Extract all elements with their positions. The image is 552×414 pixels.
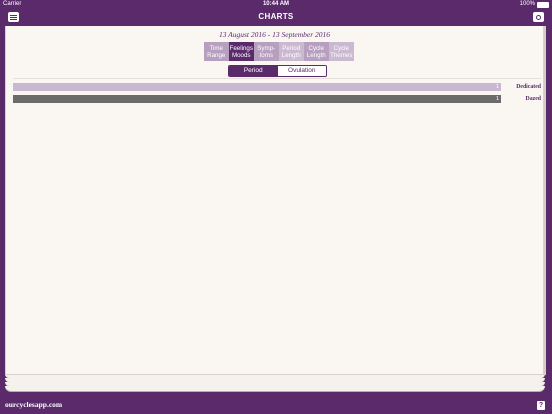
help-icon[interactable]: ? bbox=[537, 401, 545, 410]
page-stack-edge bbox=[5, 386, 545, 392]
chart-tabs: Time Range Feelings Moods Symp-toms Period… bbox=[204, 42, 354, 61]
tab-label: Cycle bbox=[308, 45, 324, 52]
battery-percent: 100% bbox=[519, 1, 535, 7]
segment-period[interactable]: Period bbox=[229, 66, 278, 76]
tab-symptoms[interactable]: Symp-toms bbox=[254, 42, 279, 61]
page-title: CHARTS bbox=[258, 12, 294, 21]
period-ovulation-toggle: Period Ovulation bbox=[228, 65, 327, 77]
bar-label-dedicated: Dedicated bbox=[516, 84, 541, 90]
camera-icon[interactable] bbox=[533, 12, 544, 22]
tab-label: Cycle bbox=[333, 45, 349, 52]
tab-time-range[interactable]: Time Range bbox=[204, 42, 229, 61]
tab-label: toms bbox=[259, 52, 273, 59]
bar-row: 1 Dedicated bbox=[13, 83, 541, 91]
tab-label: Moods bbox=[231, 52, 251, 59]
clock: 10:44 AM bbox=[262, 1, 290, 7]
website-link[interactable]: ourcyclesapp.com bbox=[5, 400, 62, 409]
battery-status: 100% bbox=[520, 0, 549, 9]
tab-label: Symp- bbox=[257, 45, 276, 52]
tab-label: Period bbox=[282, 45, 301, 52]
tab-cycle-themes[interactable]: Cycle Themes bbox=[329, 42, 354, 61]
tab-feelings-moods[interactable]: Feelings Moods bbox=[229, 42, 254, 61]
footer: ourcyclesapp.com ? bbox=[0, 396, 552, 414]
battery-icon bbox=[537, 1, 549, 8]
tab-label: Length bbox=[306, 52, 326, 59]
bar-value-dedicated: 1 bbox=[495, 84, 499, 90]
tab-cycle-length[interactable]: Cycle Length bbox=[304, 42, 329, 61]
tab-label: Feelings bbox=[229, 45, 253, 52]
status-bar: Carrier 10:44 AM 100% bbox=[0, 0, 552, 9]
nav-bar: CHARTS bbox=[0, 9, 552, 26]
segment-ovulation[interactable]: Ovulation bbox=[277, 66, 326, 76]
tab-period-length[interactable]: Period Length bbox=[279, 42, 304, 61]
bar-value-dazed: 1 bbox=[495, 96, 499, 102]
date-range[interactable]: 13 August 2016 - 13 September 2016 bbox=[6, 30, 543, 39]
divider bbox=[13, 78, 541, 79]
bar-label-dazed: Dazed bbox=[525, 96, 541, 102]
bar-row: 1 Dazed bbox=[13, 95, 541, 103]
tab-label: Length bbox=[281, 52, 301, 59]
tab-label: Range bbox=[207, 52, 226, 59]
tab-label: Time bbox=[209, 45, 223, 52]
chart-page: 13 August 2016 - 13 September 2016 Time R… bbox=[5, 26, 544, 375]
tab-label: Themes bbox=[330, 52, 353, 59]
